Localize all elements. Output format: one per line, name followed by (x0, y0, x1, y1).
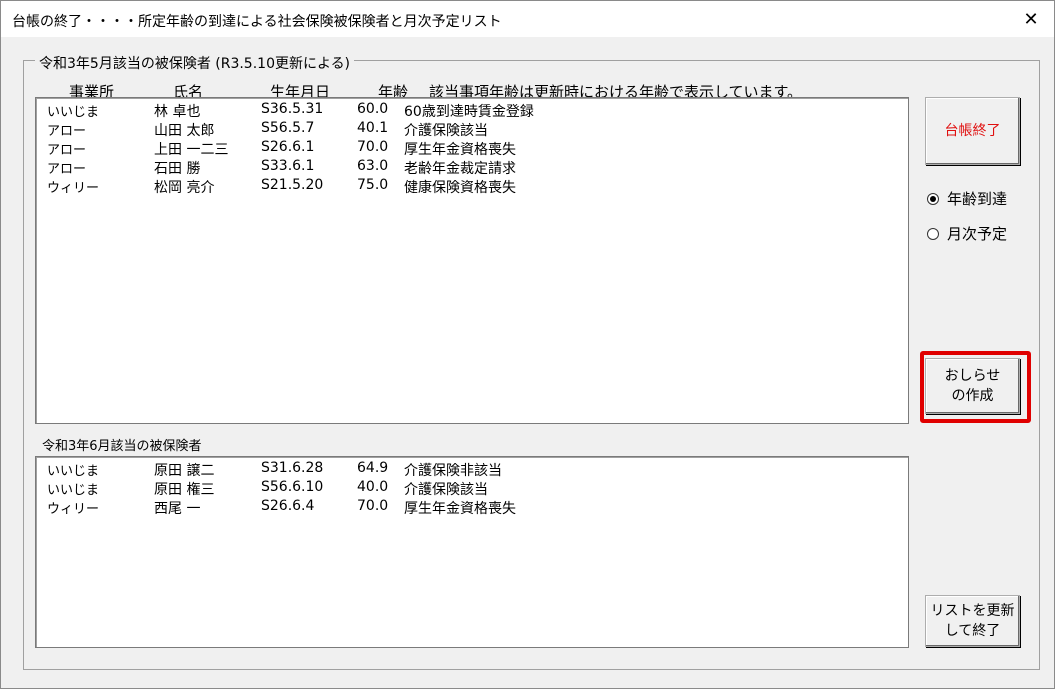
dialog-window: 台帳の終了・・・・所定年齢の到達による社会保険被保険者と月次予定リスト ✕ 令和… (0, 0, 1055, 689)
radio-unselected-icon (927, 227, 939, 240)
name-cell: 上田 一二三 (154, 142, 229, 158)
birthdate-cell: S26.6.1 (261, 139, 315, 155)
office-cell: ウィリー (47, 181, 100, 196)
birthdate-cell: S36.5.31 (261, 101, 324, 117)
list-item[interactable]: いいじま 林 卓也 S36.5.31 60.0 60歳到達時賃金登録 (36, 100, 908, 120)
update-list-and-close-button[interactable]: リストを更新 して終了 (925, 595, 1020, 647)
radio-monthly[interactable]: 月次予定 (927, 223, 1007, 244)
list-item[interactable]: ウィリー 松岡 亮介 S21.5.20 75.0 健康保険資格喪失 (36, 176, 908, 196)
office-cell: アロー (47, 162, 87, 177)
list-item[interactable]: ウィリー 西尾 一 S26.6.4 70.0 厚生年金資格喪失 (36, 497, 908, 517)
create-notice-button[interactable]: おしらせ の作成 (925, 358, 1020, 414)
birthdate-cell: S33.6.1 (261, 158, 315, 174)
frame-legend: 令和3年5月該当の被保険者 (R3.5.10更新による) (35, 53, 355, 73)
age-cell: 64.9 (357, 460, 389, 476)
event-cell: 厚生年金資格喪失 (404, 501, 516, 517)
birthdate-cell: S56.5.7 (261, 120, 315, 136)
age-cell: 75.0 (357, 177, 389, 193)
birthdate-cell: S31.6.28 (261, 460, 324, 476)
office-cell: アロー (47, 124, 87, 139)
create-notice-line1: おしらせ (944, 368, 1001, 384)
radio-selected-icon (927, 192, 939, 205)
window-title: 台帳の終了・・・・所定年齢の到達による社会保険被保険者と月次予定リスト (12, 14, 502, 30)
age-cell: 40.1 (357, 120, 389, 136)
may-insured-list[interactable]: いいじま 林 卓也 S36.5.31 60.0 60歳到達時賃金登録 アロー 山… (35, 97, 909, 424)
june-insured-list[interactable]: いいじま 原田 譲二 S31.6.28 64.9 介護保険非該当 いいじま 原田… (35, 456, 909, 648)
close-ledger-button[interactable]: 台帳終了 (925, 97, 1020, 165)
office-cell: いいじま (47, 105, 100, 120)
name-cell: 石田 勝 (154, 161, 201, 177)
age-cell: 70.0 (357, 498, 389, 514)
event-cell: 健康保険資格喪失 (404, 180, 516, 196)
office-cell: いいじま (47, 483, 100, 498)
name-cell: 原田 譲二 (154, 463, 215, 479)
create-notice-line2: の作成 (951, 388, 994, 404)
birthdate-cell: S21.5.20 (261, 177, 324, 193)
list-item[interactable]: アロー 山田 太郎 S56.5.7 40.1 介護保険該当 (36, 119, 908, 139)
list-item[interactable]: アロー 上田 一二三 S26.6.1 70.0 厚生年金資格喪失 (36, 138, 908, 158)
age-cell: 40.0 (357, 479, 389, 495)
birthdate-cell: S56.6.10 (261, 479, 324, 495)
radio-age-reached[interactable]: 年齢到達 (927, 188, 1007, 209)
dialog-content: 令和3年5月該当の被保険者 (R3.5.10更新による) 事業所 氏名 生年月日… (8, 37, 1049, 682)
office-cell: アロー (47, 143, 87, 158)
list-item[interactable]: いいじま 原田 譲二 S31.6.28 64.9 介護保険非該当 (36, 459, 908, 479)
update-line1: リストを更新 (930, 603, 1015, 619)
title-bar: 台帳の終了・・・・所定年齢の到達による社会保険被保険者と月次予定リスト ✕ (1, 1, 1054, 37)
close-window-button[interactable]: ✕ (1008, 1, 1054, 37)
event-cell: 介護保険非該当 (404, 463, 502, 479)
event-cell: 介護保険該当 (404, 123, 488, 139)
name-cell: 原田 権三 (154, 482, 215, 498)
radio-monthly-label: 月次予定 (947, 225, 1008, 243)
event-cell: 介護保険該当 (404, 482, 488, 498)
age-cell: 63.0 (357, 158, 389, 174)
close-icon: ✕ (1023, 8, 1039, 30)
event-cell: 老齢年金裁定請求 (404, 161, 516, 177)
name-cell: 林 卓也 (154, 104, 201, 120)
age-cell: 70.0 (357, 139, 389, 155)
radio-age-reached-label: 年齢到達 (947, 190, 1008, 208)
event-cell: 60歳到達時賃金登録 (404, 104, 534, 120)
name-cell: 山田 太郎 (154, 123, 215, 139)
list-item[interactable]: アロー 石田 勝 S33.6.1 63.0 老齢年金裁定請求 (36, 157, 908, 177)
name-cell: 西尾 一 (154, 501, 201, 517)
birthdate-cell: S26.6.4 (261, 498, 315, 514)
june-section-label: 令和3年6月該当の被保険者 (42, 439, 202, 454)
event-cell: 厚生年金資格喪失 (404, 142, 516, 158)
office-cell: ウィリー (47, 502, 100, 517)
update-line2: して終了 (944, 623, 1001, 639)
name-cell: 松岡 亮介 (154, 180, 215, 196)
list-item[interactable]: いいじま 原田 権三 S56.6.10 40.0 介護保険該当 (36, 478, 908, 498)
age-cell: 60.0 (357, 101, 389, 117)
office-cell: いいじま (47, 464, 100, 479)
